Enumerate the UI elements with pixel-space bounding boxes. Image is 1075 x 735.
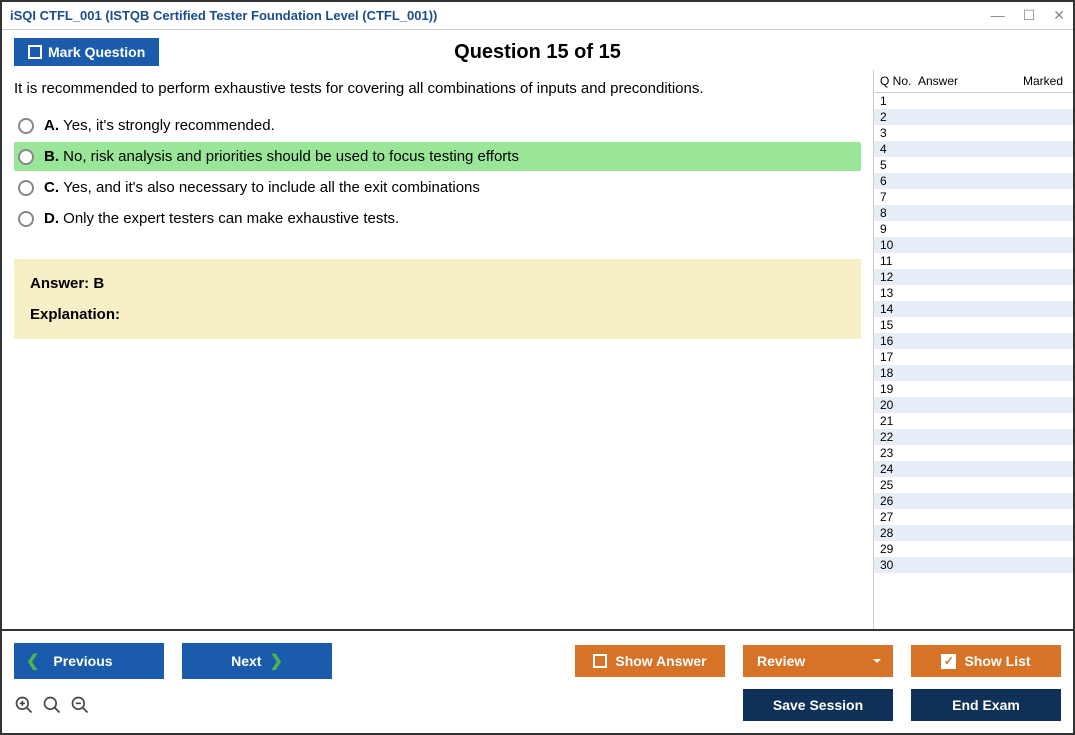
radio-icon[interactable] — [18, 149, 34, 165]
chevron-left-icon: ❮ — [26, 651, 39, 671]
save-session-button[interactable]: Save Session — [743, 689, 893, 721]
col-answer: Answer — [918, 74, 991, 88]
list-item[interactable]: 2 — [874, 109, 1073, 125]
list-item[interactable]: 1 — [874, 93, 1073, 109]
list-item[interactable]: 19 — [874, 381, 1073, 397]
chevron-right-icon: ❯ — [269, 651, 282, 671]
list-item[interactable]: 18 — [874, 365, 1073, 381]
zoom-reset-icon[interactable] — [42, 695, 62, 715]
mark-question-label: Mark Question — [48, 44, 145, 60]
radio-icon[interactable] — [18, 211, 34, 227]
close-icon[interactable]: ✕ — [1053, 7, 1065, 24]
show-answer-button[interactable]: Show Answer — [575, 645, 725, 677]
option-row[interactable]: C. Yes, and it's also necessary to inclu… — [14, 173, 861, 202]
list-item[interactable]: 6 — [874, 173, 1073, 189]
question-list[interactable]: 1234567891011121314151617181920212223242… — [874, 93, 1073, 629]
option-label: D. Only the expert testers can make exha… — [44, 210, 399, 227]
list-item[interactable]: 21 — [874, 413, 1073, 429]
list-item[interactable]: 23 — [874, 445, 1073, 461]
list-item[interactable]: 12 — [874, 269, 1073, 285]
list-item[interactable]: 4 — [874, 141, 1073, 157]
list-item[interactable]: 14 — [874, 301, 1073, 317]
show-list-button[interactable]: ✓ Show List — [911, 645, 1061, 677]
option-row[interactable]: B. No, risk analysis and priorities shou… — [14, 142, 861, 171]
option-label: C. Yes, and it's also necessary to inclu… — [44, 179, 480, 196]
checkbox-icon — [593, 654, 607, 668]
list-item[interactable]: 11 — [874, 253, 1073, 269]
list-item[interactable]: 29 — [874, 541, 1073, 557]
radio-icon[interactable] — [18, 180, 34, 196]
review-button[interactable]: Review — [743, 645, 893, 677]
previous-label: Previous — [53, 653, 112, 669]
show-answer-label: Show Answer — [615, 653, 706, 669]
radio-icon[interactable] — [18, 118, 34, 134]
list-item[interactable]: 15 — [874, 317, 1073, 333]
list-item[interactable]: 5 — [874, 157, 1073, 173]
list-item[interactable]: 16 — [874, 333, 1073, 349]
list-item[interactable]: 27 — [874, 509, 1073, 525]
answer-label: Answer: B — [30, 275, 845, 292]
check-icon: ✓ — [941, 654, 956, 669]
explanation-label: Explanation: — [30, 306, 845, 323]
zoom-in-icon[interactable] — [14, 695, 34, 715]
review-label: Review — [757, 653, 805, 669]
checkbox-icon — [28, 45, 42, 59]
previous-button[interactable]: ❮ Previous — [14, 643, 164, 679]
options-list: A. Yes, it's strongly recommended. B. No,… — [14, 111, 861, 235]
option-label: A. Yes, it's strongly recommended. — [44, 117, 275, 134]
zoom-controls — [14, 695, 90, 715]
window-title: iSQI CTFL_001 (ISTQB Certified Tester Fo… — [10, 8, 437, 23]
mark-question-button[interactable]: Mark Question — [14, 38, 159, 66]
option-row[interactable]: A. Yes, it's strongly recommended. — [14, 111, 861, 140]
list-item[interactable]: 13 — [874, 285, 1073, 301]
list-item[interactable]: 26 — [874, 493, 1073, 509]
question-counter: Question 15 of 15 — [454, 41, 621, 64]
end-exam-button[interactable]: End Exam — [911, 689, 1061, 721]
answer-panel: Answer: B Explanation: — [14, 259, 861, 339]
list-item[interactable]: 22 — [874, 429, 1073, 445]
question-area: It is recommended to perform exhaustive … — [2, 70, 873, 629]
end-exam-label: End Exam — [952, 697, 1020, 713]
next-label: Next — [231, 653, 261, 669]
list-item[interactable]: 7 — [874, 189, 1073, 205]
list-item[interactable]: 25 — [874, 477, 1073, 493]
save-session-label: Save Session — [773, 697, 863, 713]
list-item[interactable]: 10 — [874, 237, 1073, 253]
next-button[interactable]: Next ❯ — [182, 643, 332, 679]
list-item[interactable]: 9 — [874, 221, 1073, 237]
list-item[interactable]: 20 — [874, 397, 1073, 413]
option-row[interactable]: D. Only the expert testers can make exha… — [14, 204, 861, 233]
col-marked: Marked — [991, 74, 1068, 88]
list-item[interactable]: 28 — [874, 525, 1073, 541]
list-item[interactable]: 3 — [874, 125, 1073, 141]
maximize-icon[interactable]: ☐ — [1023, 7, 1036, 24]
list-item[interactable]: 30 — [874, 557, 1073, 573]
option-label: B. No, risk analysis and priorities shou… — [44, 148, 519, 165]
col-qno: Q No. — [880, 74, 918, 88]
sidebar-header: Q No. Answer Marked — [874, 70, 1073, 93]
titlebar: iSQI CTFL_001 (ISTQB Certified Tester Fo… — [2, 2, 1073, 30]
question-list-sidebar: Q No. Answer Marked 12345678910111213141… — [873, 70, 1073, 629]
minimize-icon[interactable]: — — [991, 7, 1005, 24]
list-item[interactable]: 24 — [874, 461, 1073, 477]
list-item[interactable]: 17 — [874, 349, 1073, 365]
show-list-label: Show List — [964, 653, 1030, 669]
header: Mark Question Question 15 of 15 — [2, 30, 1073, 70]
bottom-bar: ❮ Previous Next ❯ Show Answer Review ✓ — [2, 629, 1073, 733]
list-item[interactable]: 8 — [874, 205, 1073, 221]
zoom-out-icon[interactable] — [70, 695, 90, 715]
question-text: It is recommended to perform exhaustive … — [14, 80, 861, 97]
